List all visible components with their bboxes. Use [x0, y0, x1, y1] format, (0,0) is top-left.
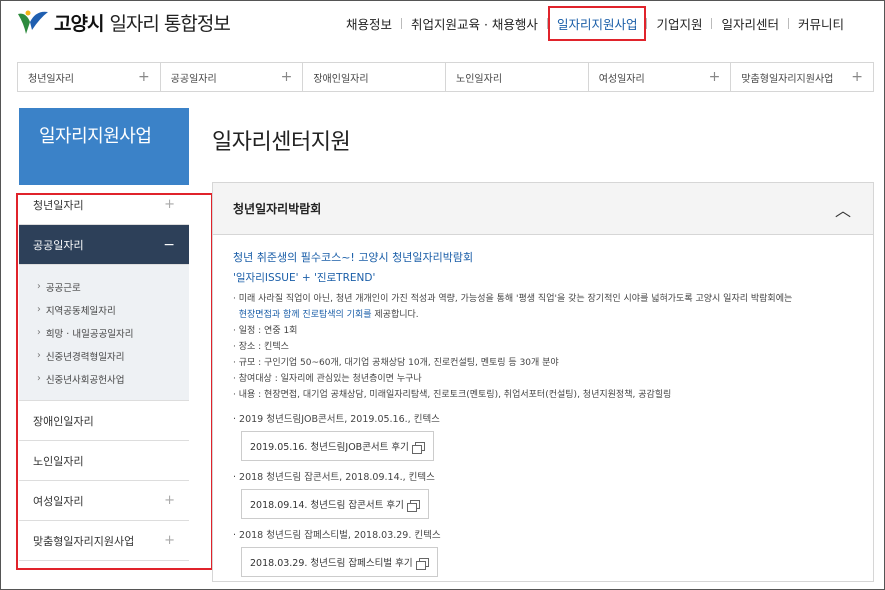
- bullet-icon: ›: [37, 281, 41, 292]
- plus-icon: +: [164, 493, 175, 508]
- event-review-label: 2018.09.14. 청년드림 잡콘서트 후기: [250, 500, 404, 511]
- nav-community[interactable]: 커뮤니티: [789, 14, 853, 33]
- category-label: 장애인일자리: [313, 73, 369, 85]
- sidebar-item-label: 맞춤형일자리지원사업: [33, 534, 135, 548]
- event-review-label: 2019.05.16. 청년드림JOB콘서트 후기: [250, 442, 409, 453]
- category-bar: 청년일자리 + 공공일자리 + 장애인일자리 노인일자리 여성일자리 + 맞춤형일자리…: [17, 62, 874, 92]
- submenu-item[interactable]: › 신중년사회공헌사업: [37, 367, 189, 390]
- category-disabled[interactable]: 장애인일자리: [303, 63, 447, 91]
- event-title: · 2018 청년드림 잡페스티벌, 2018.03.29. 킨텍스: [233, 530, 441, 541]
- page-title: 일자리센터지원: [212, 130, 351, 155]
- sidebar-item-label: 청년일자리: [33, 198, 84, 212]
- category-public[interactable]: 공공일자리 +: [161, 63, 304, 91]
- minus-icon: −: [163, 236, 175, 253]
- event-title: · 2018 청년드림 잡콘서트, 2018.09.14., 킨텍스: [233, 472, 435, 483]
- description-highlight: 현장면접과 함께 진로탐색의 기회를: [238, 310, 372, 320]
- description: · 미래 사라질 직업이 아닌, 청년 개개인이 가진 적성과 역량, 가능성을…: [233, 294, 793, 304]
- plus-icon: +: [137, 69, 150, 85]
- category-label: 공공일자리: [170, 73, 217, 85]
- nav-business-support[interactable]: 기업지원: [647, 14, 711, 33]
- sidebar-item-label: 여성일자리: [33, 494, 84, 508]
- sidebar-menu: 청년일자리 + 공공일자리 − › 공공근로 › 지역공동체일자리 › 희망 · 내일…: [19, 185, 189, 561]
- info-line: · 참여대상 : 일자리에 관심있는 청년층이면 누구나: [233, 374, 422, 384]
- sidebar-submenu: › 공공근로 › 지역공동체일자리 › 희망 · 내일공공일자리 › 신중년경력형일자리…: [19, 265, 189, 401]
- submenu-label: 지역공동체일자리: [45, 305, 116, 317]
- bullet-icon: ›: [37, 373, 41, 384]
- nav-training-events[interactable]: 취업지원교육 · 채용행사: [402, 14, 547, 33]
- submenu-item[interactable]: › 공공근로: [37, 275, 189, 298]
- site-subtitle: 일자리 통합정보: [109, 12, 230, 35]
- sidebar-item-disabled[interactable]: 장애인일자리: [19, 401, 189, 441]
- category-label: 노인일자리: [456, 73, 503, 85]
- accordion-header[interactable]: 청년일자리박람회 ︿: [213, 183, 873, 235]
- site-logo[interactable]: 고양시 일자리 통합정보: [16, 8, 231, 36]
- goyang-logo-icon: [16, 8, 50, 36]
- info-line: · 규모 : 구인기업 50~60개, 대기업 공채상담 10개, 진로컨설팅,…: [233, 358, 559, 368]
- description-rest: 제공합니다.: [371, 310, 419, 320]
- brand-name: 고양시: [54, 12, 104, 35]
- submenu-label: 신중년사회공헌사업: [45, 374, 125, 386]
- new-window-icon: [411, 441, 425, 454]
- plus-icon: +: [851, 69, 864, 85]
- event-title: · 2019 청년드림JOB콘서트, 2019.05.16., 킨텍스: [233, 414, 440, 425]
- category-youth[interactable]: 청년일자리 +: [18, 63, 161, 91]
- category-custom[interactable]: 맞춤형일자리지원사업 +: [731, 63, 873, 91]
- accordion-panel: 청년일자리박람회 ︿ 청년 취준생의 필수코스~! 고양시 청년일자리박람회 '…: [212, 182, 874, 582]
- info-line: · 일정 : 연중 1회: [233, 326, 298, 336]
- submenu-label: 희망 · 내일공공일자리: [45, 328, 134, 340]
- event-review-label: 2018.03.29. 청년드림 잡페스티벌 후기: [250, 558, 413, 569]
- info-line: · 장소 : 킨텍스: [233, 342, 289, 352]
- plus-icon: +: [164, 197, 175, 212]
- submenu-item[interactable]: › 희망 · 내일공공일자리: [37, 321, 189, 344]
- new-window-icon: [406, 499, 420, 512]
- accordion-body: 청년 취준생의 필수코스~! 고양시 청년일자리박람회 '일자리ISSUE' +…: [213, 235, 873, 590]
- bullet-icon: ›: [37, 304, 41, 315]
- sidebar-item-label: 노인일자리: [33, 454, 84, 468]
- submenu-item[interactable]: › 신중년경력형일자리: [37, 344, 189, 367]
- new-window-icon: [415, 557, 429, 570]
- sidebar-item-senior[interactable]: 노인일자리: [19, 441, 189, 481]
- event-review-link[interactable]: 2018.03.29. 청년드림 잡페스티벌 후기: [241, 547, 438, 577]
- event-headline: 청년 취준생의 필수코스~! 고양시 청년일자리박람회: [233, 251, 474, 264]
- submenu-label: 공공근로: [45, 282, 81, 294]
- plus-icon: +: [708, 69, 721, 85]
- sidebar-item-public[interactable]: 공공일자리 −: [19, 225, 189, 265]
- sidebar-item-women[interactable]: 여성일자리 +: [19, 481, 189, 521]
- sidebar-title: 일자리지원사업: [19, 108, 189, 185]
- description-cont: 현장면접과 함께 진로탐색의 기회를 제공합니다.: [233, 307, 853, 323]
- sidebar-item-label: 공공일자리: [33, 238, 84, 252]
- submenu-label: 신중년경력형일자리: [45, 351, 125, 363]
- event-review-link[interactable]: 2019.05.16. 청년드림JOB콘서트 후기: [241, 431, 434, 461]
- sidebar-item-youth[interactable]: 청년일자리 +: [19, 185, 189, 225]
- chevron-up-icon[interactable]: ︿: [835, 197, 851, 221]
- bullet-icon: ›: [37, 350, 41, 361]
- category-women[interactable]: 여성일자리 +: [589, 63, 732, 91]
- plus-icon: +: [280, 69, 293, 85]
- global-nav: 채용정보 취업지원교육 · 채용행사 일자리지원사업 기업지원 일자리센터 커뮤…: [337, 5, 853, 41]
- info-line: · 내용 : 현장면접, 대기업 공채상담, 미래일자리탐색, 진로토크(멘토링…: [233, 390, 672, 400]
- category-label: 여성일자리: [598, 73, 645, 85]
- submenu-item[interactable]: › 지역공동체일자리: [37, 298, 189, 321]
- accordion-title: 청년일자리박람회: [233, 202, 322, 216]
- nav-jobs[interactable]: 채용정보: [337, 14, 401, 33]
- sidebar-item-label: 장애인일자리: [33, 414, 94, 428]
- event-subheadline: '일자리ISSUE' + '진로TREND': [233, 272, 376, 284]
- sidebar-item-custom[interactable]: 맞춤형일자리지원사업 +: [19, 521, 189, 561]
- event-review-link[interactable]: 2018.09.14. 청년드림 잡콘서트 후기: [241, 489, 429, 519]
- category-senior[interactable]: 노인일자리: [446, 63, 589, 91]
- bullet-icon: ›: [37, 327, 41, 338]
- plus-icon: +: [164, 533, 175, 548]
- category-label: 청년일자리: [28, 73, 74, 85]
- category-label: 맞춤형일자리지원사업: [741, 73, 834, 85]
- nav-job-center[interactable]: 일자리센터: [712, 14, 788, 33]
- nav-job-support[interactable]: 일자리지원사업: [547, 5, 647, 41]
